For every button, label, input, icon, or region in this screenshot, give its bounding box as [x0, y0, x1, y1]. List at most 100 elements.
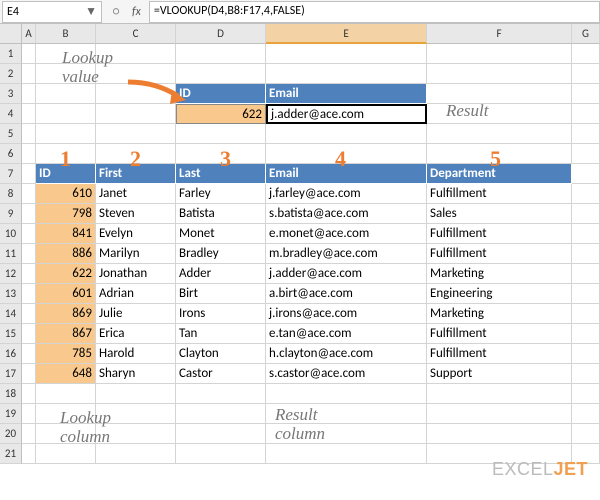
cell[interactable]	[572, 364, 600, 384]
table-cell-dept[interactable]: Fulfillment	[427, 344, 572, 364]
active-cell[interactable]: j.adder@ace.com	[266, 104, 427, 124]
table-cell-last[interactable]: Birt	[176, 284, 266, 304]
cell[interactable]	[22, 444, 36, 464]
cells[interactable]: IDEmail622j.adder@ace.comIDFirstLastEmai…	[22, 44, 600, 464]
table-cell-last[interactable]: Monet	[176, 224, 266, 244]
cell[interactable]	[22, 284, 36, 304]
cell[interactable]	[572, 384, 600, 404]
row-header[interactable]: 10	[0, 224, 22, 244]
table-cell-first[interactable]: Janet	[96, 184, 176, 204]
row-header[interactable]: 7	[0, 164, 22, 184]
cell[interactable]	[36, 124, 96, 144]
row-header[interactable]: 5	[0, 124, 22, 144]
table-cell-id[interactable]: 798	[36, 204, 96, 224]
cell[interactable]	[22, 384, 36, 404]
cell[interactable]	[572, 84, 600, 104]
cell[interactable]	[22, 364, 36, 384]
cell[interactable]	[266, 444, 427, 464]
cell[interactable]	[176, 124, 266, 144]
cell[interactable]	[36, 444, 96, 464]
lookup-header-email[interactable]: Email	[266, 84, 427, 104]
cell[interactable]	[176, 404, 266, 424]
cell[interactable]	[572, 264, 600, 284]
row-header[interactable]: 15	[0, 324, 22, 344]
table-cell-dept[interactable]: Fulfillment	[427, 184, 572, 204]
cell[interactable]	[22, 344, 36, 364]
table-cell-last[interactable]: Tan	[176, 324, 266, 344]
cell[interactable]	[176, 424, 266, 444]
table-cell-last[interactable]: Bradley	[176, 244, 266, 264]
table-cell-id[interactable]: 648	[36, 364, 96, 384]
table-cell-dept[interactable]: Sales	[427, 204, 572, 224]
table-cell-first[interactable]: Jonathan	[96, 264, 176, 284]
table-cell-email[interactable]: e.tan@ace.com	[266, 324, 427, 344]
table-cell-first[interactable]: Adrian	[96, 284, 176, 304]
cell[interactable]	[572, 164, 600, 184]
row-header[interactable]: 21	[0, 444, 22, 464]
row-header[interactable]: 11	[0, 244, 22, 264]
cell[interactable]	[427, 384, 572, 404]
cell[interactable]	[572, 324, 600, 344]
table-cell-last[interactable]: Castor	[176, 364, 266, 384]
cell[interactable]	[572, 224, 600, 244]
row-header[interactable]: 17	[0, 364, 22, 384]
cell[interactable]	[22, 224, 36, 244]
cell[interactable]	[427, 64, 572, 84]
cell[interactable]	[22, 204, 36, 224]
table-cell-email[interactable]: m.bradley@ace.com	[266, 244, 427, 264]
table-cell-email[interactable]: e.monet@ace.com	[266, 224, 427, 244]
cell[interactable]	[572, 44, 600, 64]
table-cell-email[interactable]: j.irons@ace.com	[266, 304, 427, 324]
table-cell-email[interactable]: s.batista@ace.com	[266, 204, 427, 224]
row-header[interactable]: 14	[0, 304, 22, 324]
row-header[interactable]: 6	[0, 144, 22, 164]
table-cell-first[interactable]: Marilyn	[96, 244, 176, 264]
cell[interactable]	[266, 124, 427, 144]
select-all-corner[interactable]	[0, 24, 22, 44]
cell[interactable]	[572, 284, 600, 304]
row-header[interactable]: 4	[0, 104, 22, 124]
cell[interactable]	[22, 144, 36, 164]
circle-icon[interactable]: ○	[106, 5, 126, 19]
table-cell-id[interactable]: 622	[36, 264, 96, 284]
row-header[interactable]: 16	[0, 344, 22, 364]
table-cell-email[interactable]: s.castor@ace.com	[266, 364, 427, 384]
table-cell-dept[interactable]: Marketing	[427, 304, 572, 324]
formula-input[interactable]: =VLOOKUP(D4,B8:F17,4,FALSE)	[149, 1, 600, 23]
row-header[interactable]: 2	[0, 64, 22, 84]
cell[interactable]	[22, 124, 36, 144]
cell[interactable]	[572, 244, 600, 264]
cell[interactable]	[22, 44, 36, 64]
cell[interactable]	[22, 244, 36, 264]
cell[interactable]	[266, 144, 427, 164]
column-header[interactable]: G	[572, 24, 600, 44]
row-header[interactable]: 13	[0, 284, 22, 304]
cell[interactable]	[572, 304, 600, 324]
cell[interactable]	[96, 384, 176, 404]
table-header-email[interactable]: Email	[266, 164, 427, 184]
column-header[interactable]: E	[266, 24, 427, 44]
table-cell-email[interactable]: j.farley@ace.com	[266, 184, 427, 204]
row-header[interactable]: 9	[0, 204, 22, 224]
table-cell-dept[interactable]: Fulfillment	[427, 244, 572, 264]
cell[interactable]	[22, 324, 36, 344]
row-header[interactable]: 1	[0, 44, 22, 64]
table-cell-first[interactable]: Julie	[96, 304, 176, 324]
cell[interactable]	[427, 404, 572, 424]
cell[interactable]	[266, 64, 427, 84]
table-cell-last[interactable]: Adder	[176, 264, 266, 284]
table-cell-id[interactable]: 841	[36, 224, 96, 244]
cell[interactable]	[22, 104, 36, 124]
cell[interactable]	[36, 384, 96, 404]
table-cell-first[interactable]: Harold	[96, 344, 176, 364]
table-cell-id[interactable]: 785	[36, 344, 96, 364]
row-header[interactable]: 12	[0, 264, 22, 284]
cell[interactable]	[572, 204, 600, 224]
row-header[interactable]: 20	[0, 424, 22, 444]
cell[interactable]	[176, 444, 266, 464]
row-header[interactable]: 18	[0, 384, 22, 404]
cell[interactable]	[572, 64, 600, 84]
table-cell-id[interactable]: 886	[36, 244, 96, 264]
cell[interactable]	[96, 124, 176, 144]
cell[interactable]	[572, 124, 600, 144]
